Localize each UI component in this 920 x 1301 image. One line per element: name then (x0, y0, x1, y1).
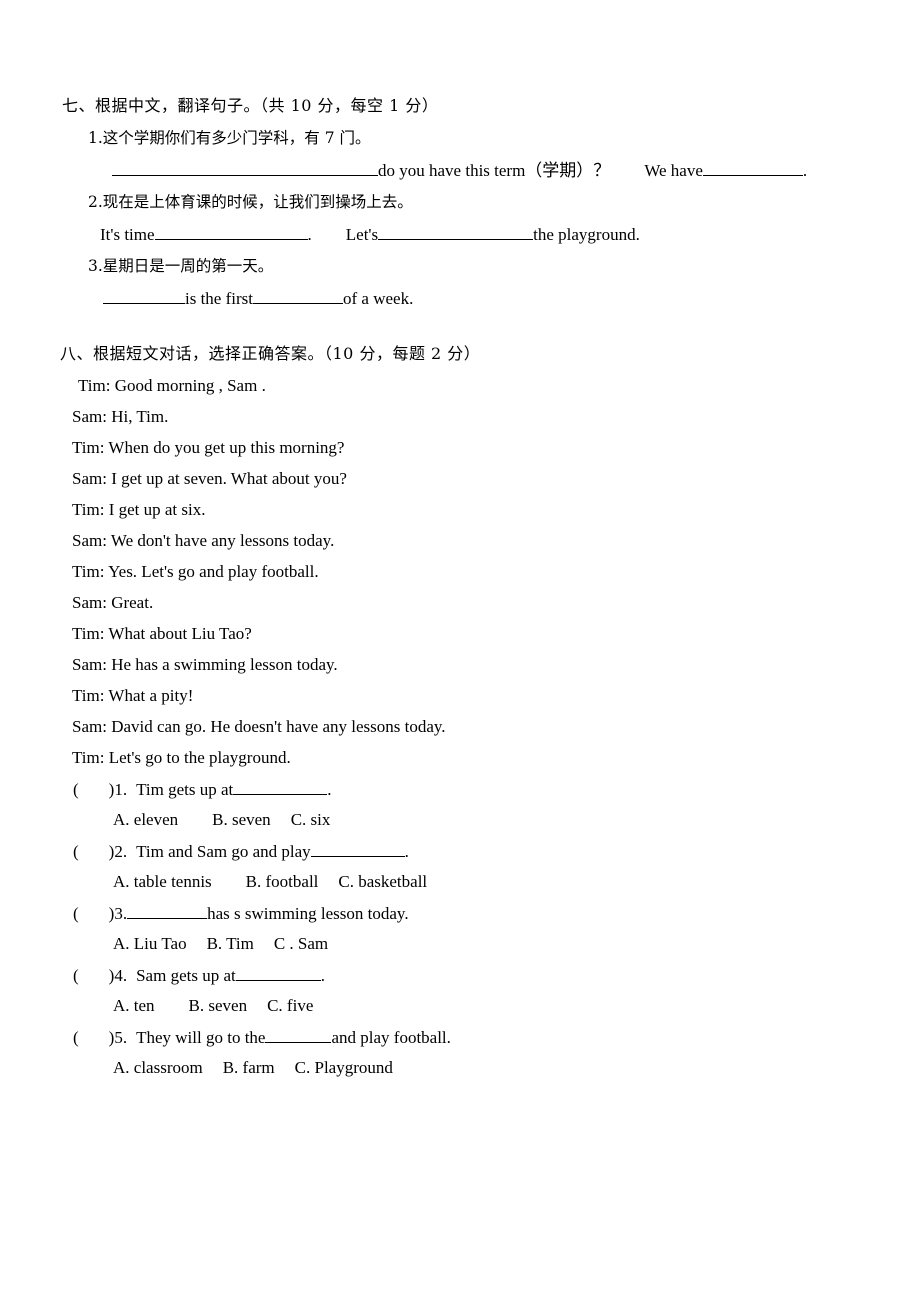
answer-text-3-1: is the first (185, 289, 253, 308)
option-b[interactable]: B. Tim (207, 934, 254, 953)
option-c[interactable]: C . Sam (274, 934, 328, 953)
question-5-options: A. classroom B. farm C. Playground (113, 1058, 393, 1078)
answer-blank-3-1[interactable] (103, 288, 185, 304)
dialogue-line: Tim: I get up at six. (72, 500, 206, 519)
answer-blank-1-1[interactable] (112, 160, 378, 176)
question-1: ()1. Tim gets up at. (73, 779, 331, 800)
question-1-number: 1. (114, 780, 128, 799)
answer-text-2-1: It's time (100, 225, 155, 244)
question-3-blank[interactable] (127, 903, 208, 919)
question-5-stem-before: They will go to the (136, 1028, 266, 1047)
option-a[interactable]: A. eleven (113, 810, 178, 829)
section-seven-item-1-chinese-prompt: 1.这个学期你们有多少门学科，有 7 门。 (88, 129, 371, 147)
answer-text-2-3: the playground. (533, 225, 640, 244)
question-5-blank[interactable] (265, 1027, 332, 1043)
question-3: ()3. has s swimming lesson today. (73, 903, 409, 924)
option-c[interactable]: C. basketball (338, 872, 427, 891)
dialogue-line: Sam: Hi, Tim. (72, 407, 169, 426)
question-1-stem-before: Tim gets up at (136, 780, 234, 799)
option-c[interactable]: C. five (267, 996, 313, 1015)
dialogue-line: Tim: What about Liu Tao? (72, 624, 252, 643)
question-1-blank[interactable] (233, 779, 328, 795)
dialogue-line: Tim: Yes. Let's go and play football. (72, 562, 319, 581)
question-4-paren-open: ( (73, 966, 79, 985)
question-4-number: 4. (114, 966, 128, 985)
section-eight-heading: 八、根据短文对话，选择正确答案。（10 分，每题 2 分） (60, 344, 481, 363)
option-a[interactable]: A. table tennis (113, 872, 212, 891)
dialogue-line: Sam: I get up at seven. What about you? (72, 469, 347, 488)
question-5-paren-open: ( (73, 1028, 79, 1047)
question-4: ()4. Sam gets up at. (73, 965, 325, 986)
question-1-stem-after: . (327, 780, 332, 799)
option-a[interactable]: A. Liu Tao (113, 934, 187, 953)
question-2-number: 2. (114, 842, 128, 861)
worksheet-page: 七、根据中文，翻译句子。（共 10 分，每空 1 分） 1.这个学期你们有多少门… (0, 0, 920, 1301)
option-b[interactable]: B. football (246, 872, 319, 891)
question-2-stem-after: . (404, 842, 409, 861)
question-2-paren-open: ( (73, 842, 79, 861)
answer-text-1-2: We have (644, 161, 703, 180)
question-5-number: 5. (114, 1028, 128, 1047)
section-seven-heading: 七、根据中文，翻译句子。（共 10 分，每空 1 分） (62, 96, 439, 115)
option-a[interactable]: A. ten (113, 996, 155, 1015)
question-3-paren-open: ( (73, 904, 79, 923)
dialogue-line: Tim: Let's go to the playground. (72, 748, 291, 767)
answer-blank-1-2[interactable] (702, 160, 803, 176)
question-5-stem-after: and play football. (331, 1028, 451, 1047)
answer-blank-2-1[interactable] (154, 224, 308, 240)
answer-text-2-mid: . (307, 225, 312, 244)
dialogue-line: Sam: We don't have any lessons today. (72, 531, 335, 550)
answer-blank-3-2[interactable] (253, 288, 343, 304)
option-c[interactable]: C. Playground (295, 1058, 393, 1077)
question-4-blank[interactable] (235, 965, 321, 981)
option-b[interactable]: B. farm (223, 1058, 275, 1077)
option-b[interactable]: B. seven (212, 810, 271, 829)
dialogue-line: Sam: Great. (72, 593, 154, 612)
question-2: ()2. Tim and Sam go and play. (73, 841, 409, 862)
option-a[interactable]: A. classroom (113, 1058, 203, 1077)
question-2-options: A. table tennis B. football C. basketball (113, 872, 427, 892)
dialogue-line: Tim: What a pity! (72, 686, 194, 705)
dialogue-line: Sam: He has a swimming lesson today. (72, 655, 338, 674)
answer-text-1-3: . (802, 161, 808, 180)
question-1-options: A. eleven B. seven C. six (113, 810, 330, 830)
question-4-options: A. ten B. seven C. five (113, 996, 313, 1016)
question-1-paren-open: ( (73, 780, 79, 799)
section-seven-item-2-answer-line: It's time. Let's the playground. (100, 224, 640, 245)
question-3-stem-after: has s swimming lesson today. (207, 904, 409, 923)
question-3-options: A. Liu Tao B. Tim C . Sam (113, 934, 328, 954)
section-seven-item-3-answer-line: is the first of a week. (103, 288, 413, 309)
question-2-blank[interactable] (310, 841, 405, 857)
question-4-stem-before: Sam gets up at (136, 966, 236, 985)
option-c[interactable]: C. six (291, 810, 331, 829)
answer-text-1-1: do you have this term（学期）？ (378, 161, 611, 180)
section-seven-item-3-chinese-prompt: 3.星期日是一周的第一天。 (88, 257, 274, 275)
answer-text-3-2: of a week. (343, 289, 414, 308)
dialogue-line: Tim: When do you get up this morning? (72, 438, 345, 457)
dialogue-line: Sam: David can go. He doesn't have any l… (72, 717, 446, 736)
option-b[interactable]: B. seven (189, 996, 248, 1015)
answer-text-2-2: Let's (345, 225, 379, 244)
question-3-number: 3. (114, 904, 128, 923)
dialogue-line: Tim: Good morning , Sam . (78, 376, 266, 395)
question-2-stem-before: Tim and Sam go and play (136, 842, 311, 861)
section-seven-item-2-chinese-prompt: 2.现在是上体育课的时候，让我们到操场上去。 (88, 193, 413, 211)
section-seven-item-1-answer-line: do you have this term（学期）？ We have. (112, 160, 807, 181)
question-5: ()5. They will go to the and play football… (73, 1027, 451, 1048)
question-4-stem-after: . (320, 966, 325, 985)
answer-blank-2-2[interactable] (378, 224, 534, 240)
